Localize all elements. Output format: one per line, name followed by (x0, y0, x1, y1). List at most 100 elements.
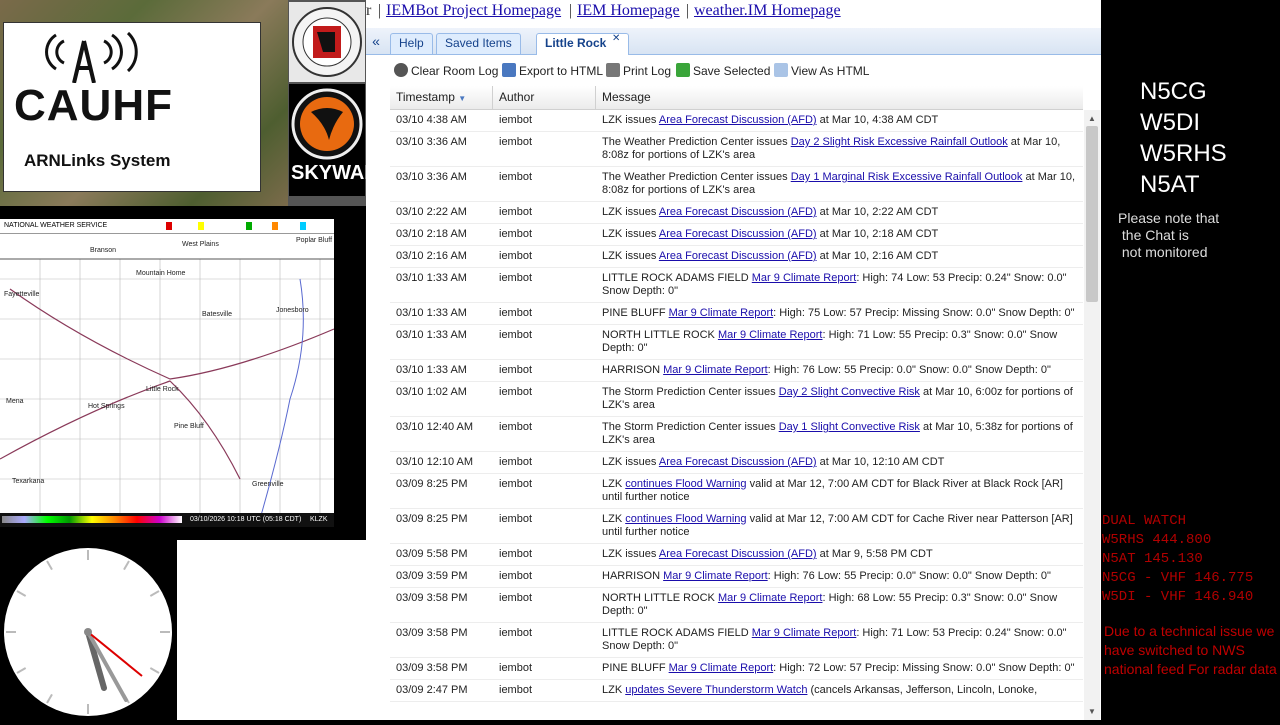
message-text: NORTH LITTLE ROCK (602, 329, 718, 341)
product-link[interactable]: Area Forecast Discussion (AFD) (659, 114, 817, 126)
product-link[interactable]: Mar 9 Climate Report (718, 329, 823, 341)
table-row[interactable]: 03/10 1:02 AM iembot The Storm Prediction … (390, 382, 1083, 417)
tab-little-rock-label: Little Rock (545, 36, 607, 50)
city-label: Jonesboro (276, 307, 309, 314)
table-row[interactable]: 03/09 3:59 PM iembot HARRISON Mar 9 Climat… (390, 566, 1083, 588)
table-row[interactable]: 03/10 3:36 AM iembot The Weather Predictio… (390, 167, 1083, 202)
product-link[interactable]: Area Forecast Discussion (AFD) (659, 228, 817, 240)
author-cell: iembot (499, 513, 533, 525)
iem-homepage-link[interactable]: IEM Homepage (577, 2, 680, 20)
print-icon (606, 63, 620, 77)
callsign: N5CG (1140, 78, 1207, 105)
message-cell: LZK updates Severe Thunderstorm Watch (c… (596, 680, 1081, 701)
callsign-list: N5CG W5DI W5RHS N5AT (1140, 76, 1270, 200)
chat-log-grid: Timestamp ▼ Author Message 03/10 4:38 AM… (390, 86, 1101, 720)
weather-im-homepage-link[interactable]: weather.IM Homepage (694, 2, 841, 20)
product-link[interactable]: Area Forecast Discussion (AFD) (659, 250, 817, 262)
column-header-author[interactable]: Author (493, 86, 596, 109)
table-row[interactable]: 03/10 12:40 AM iembot The Storm Prediction… (390, 417, 1083, 452)
product-link[interactable]: Mar 9 Climate Report (663, 364, 768, 376)
message-text: : High: 72 Low: 57 Precip: Missing Snow:… (773, 662, 1075, 674)
product-link[interactable]: Day 2 Slight Risk Excessive Rainfall Out… (791, 136, 1008, 148)
table-row[interactable]: 03/10 1:33 AM iembot LITTLE ROCK ADAMS FIE… (390, 268, 1083, 303)
table-row[interactable]: 03/10 4:38 AM iembot LZK issues Area Forec… (390, 110, 1083, 132)
table-row[interactable]: 03/09 2:47 PM iembot LZK updates Severe Th… (390, 680, 1083, 702)
city-label: Texarkana (12, 478, 45, 485)
column-header-timestamp[interactable]: Timestamp ▼ (390, 86, 493, 109)
message-text: HARRISON (602, 570, 664, 582)
timestamp-cell: 03/10 2:22 AM (396, 206, 467, 218)
product-link[interactable]: Mar 9 Climate Report (718, 592, 823, 604)
table-row[interactable]: 03/10 1:33 AM iembot HARRISON Mar 9 Climat… (390, 360, 1083, 382)
table-row[interactable]: 03/10 2:16 AM iembot LZK issues Area Forec… (390, 246, 1083, 268)
message-text: HARRISON (602, 364, 664, 376)
table-row[interactable]: 03/10 1:33 AM iembot NORTH LITTLE ROCK Mar… (390, 325, 1083, 360)
scrollbar-thumb[interactable] (1086, 126, 1098, 302)
product-link[interactable]: Area Forecast Discussion (AFD) (659, 206, 817, 218)
iembot-homepage-link[interactable]: IEMBot Project Homepage (386, 2, 561, 20)
table-row[interactable]: 03/09 3:58 PM iembot PINE BLUFF Mar 9 Clim… (390, 658, 1083, 680)
export-html-button[interactable]: Export to HTML (502, 62, 603, 80)
message-cell: LZK issues Area Forecast Discussion (AFD… (596, 544, 1081, 565)
table-row[interactable]: 03/10 2:22 AM iembot LZK issues Area Forec… (390, 202, 1083, 224)
message-text: : High: 76 Low: 55 Precip: 0.0" Snow: 0.… (767, 364, 1051, 376)
product-link[interactable]: Area Forecast Discussion (AFD) (659, 456, 817, 468)
table-row[interactable]: 03/09 3:58 PM iembot NORTH LITTLE ROCK Mar… (390, 588, 1083, 623)
message-cell: LZK continues Flood Warning valid at Mar… (596, 509, 1081, 543)
message-cell: PINE BLUFF Mar 9 Climate Report: High: 7… (596, 303, 1081, 324)
table-row[interactable]: 03/09 5:58 PM iembot LZK issues Area Forec… (390, 544, 1083, 566)
dual-watch-frequencies: DUAL WATCH W5RHS 444.800 N5AT 145.130 N5… (1102, 513, 1254, 605)
message-cell: LZK issues Area Forecast Discussion (AFD… (596, 110, 1081, 131)
product-link[interactable]: Mar 9 Climate Report (663, 570, 768, 582)
product-link[interactable]: updates Severe Thunderstorm Watch (625, 684, 807, 696)
tab-saved-items[interactable]: Saved Items (436, 33, 521, 54)
technical-issue-notice: Due to a technical issue we have switche… (1104, 623, 1277, 677)
product-link[interactable]: Mar 9 Climate Report (752, 272, 857, 284)
message-text: LZK issues (602, 206, 659, 218)
product-link[interactable]: Mar 9 Climate Report (669, 307, 774, 319)
radio-tower-icon (45, 31, 138, 83)
table-row[interactable]: 03/10 1:33 AM iembot PINE BLUFF Mar 9 Clim… (390, 303, 1083, 325)
sort-desc-icon: ▼ (458, 94, 467, 103)
collapse-panel-icon[interactable]: « (366, 28, 386, 54)
tab-help[interactable]: Help (390, 33, 433, 54)
column-header-message[interactable]: Message (596, 86, 1082, 109)
message-text: LZK (602, 513, 626, 525)
scroll-up-icon[interactable]: ▲ (1088, 114, 1096, 123)
city-label: Fayetteville (4, 291, 40, 298)
table-row[interactable]: 03/10 12:10 AM iembot LZK issues Area Fore… (390, 452, 1083, 474)
product-link[interactable]: Area Forecast Discussion (AFD) (659, 548, 817, 560)
product-link[interactable]: continues Flood Warning (625, 513, 746, 525)
message-text: The Weather Prediction Center issues (602, 171, 791, 183)
table-row[interactable]: 03/09 8:25 PM iembot LZK continues Flood W… (390, 474, 1083, 509)
tab-close-icon[interactable]: ✕ (612, 33, 620, 44)
product-link[interactable]: Mar 9 Climate Report (669, 662, 774, 674)
table-row[interactable]: 03/09 8:25 PM iembot LZK continues Flood W… (390, 509, 1083, 544)
print-log-button[interactable]: Print Log (606, 62, 671, 80)
timestamp-cell: 03/10 1:33 AM (396, 329, 467, 341)
scroll-down-icon[interactable]: ▼ (1088, 707, 1096, 716)
clear-room-log-button[interactable]: Clear Room Log (394, 62, 498, 80)
author-cell: iembot (499, 272, 533, 284)
table-row[interactable]: 03/10 3:36 AM iembot The Weather Predictio… (390, 132, 1083, 167)
product-link[interactable]: Mar 9 Climate Report (752, 627, 857, 639)
message-text: (cancels Arkansas, Jefferson, Lincoln, L… (807, 684, 1038, 696)
timestamp-cell: 03/10 1:33 AM (396, 307, 467, 319)
product-link[interactable]: Day 1 Slight Convective Risk (779, 421, 920, 433)
toolbar: Clear Room Log Export to HTML Print Log … (390, 58, 1101, 84)
message-cell: HARRISON Mar 9 Climate Report: High: 76 … (596, 360, 1081, 381)
author-cell: iembot (499, 386, 533, 398)
city-label: Greenville (252, 481, 284, 488)
message-cell: LZK issues Area Forecast Discussion (AFD… (596, 224, 1081, 245)
top-links-prefix: r (366, 2, 372, 19)
product-link[interactable]: Day 1 Marginal Risk Excessive Rainfall O… (791, 171, 1023, 183)
product-link[interactable]: Day 2 Slight Convective Risk (779, 386, 920, 398)
cauhf-subtitle: ARNLinks System (24, 151, 171, 170)
product-link[interactable]: continues Flood Warning (625, 478, 746, 490)
message-text: PINE BLUFF (602, 662, 669, 674)
save-selected-button[interactable]: Save Selected (676, 62, 770, 80)
table-row[interactable]: 03/10 2:18 AM iembot LZK issues Area Forec… (390, 224, 1083, 246)
message-cell: NORTH LITTLE ROCK Mar 9 Climate Report: … (596, 325, 1081, 359)
table-row[interactable]: 03/09 3:58 PM iembot LITTLE ROCK ADAMS FIE… (390, 623, 1083, 658)
view-as-html-button[interactable]: View As HTML (774, 62, 869, 80)
